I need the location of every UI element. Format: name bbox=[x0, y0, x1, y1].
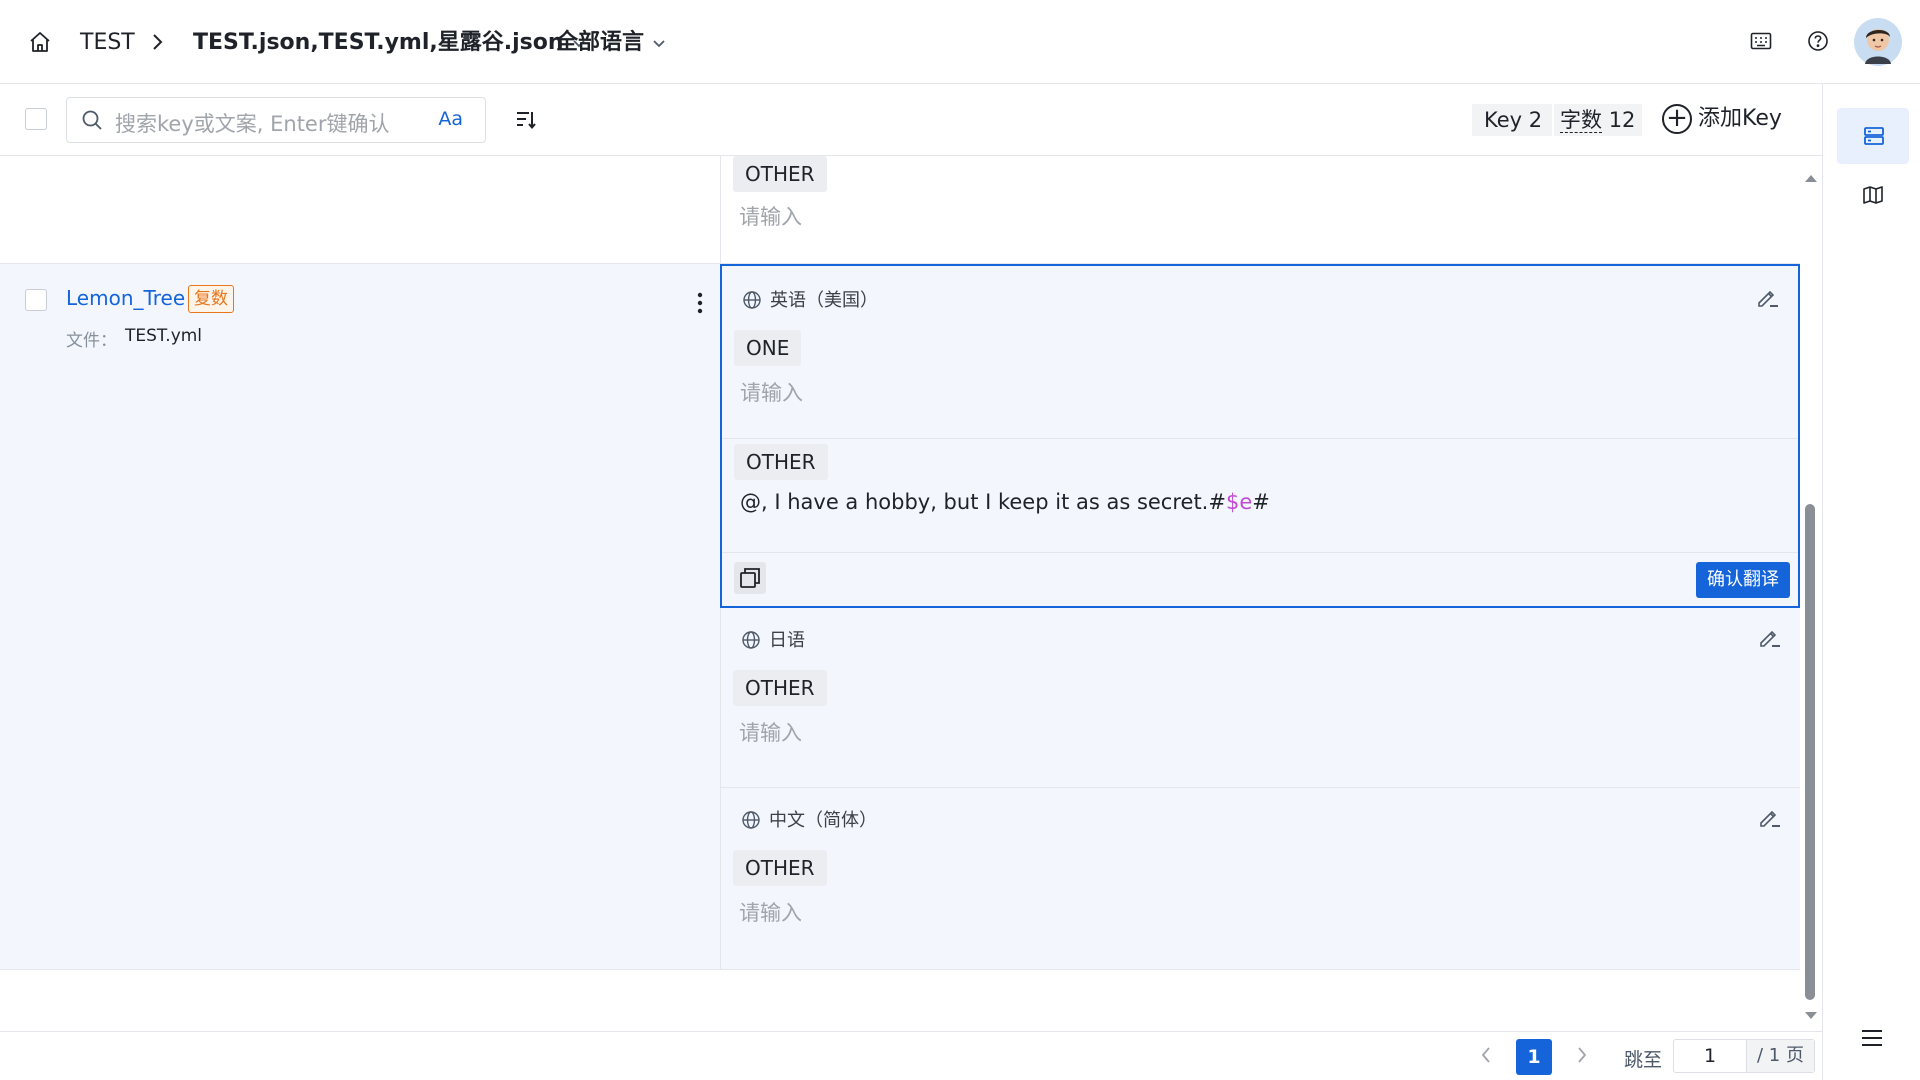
jump-page-field: 1 / 1 页 bbox=[1673, 1039, 1815, 1073]
prev-entry-translation: OTHER 请输入 bbox=[720, 156, 1800, 264]
add-key-button[interactable]: + 添加Key bbox=[1662, 102, 1782, 136]
prev-entry-left bbox=[0, 156, 720, 264]
entry-lemon-tree: Lemon_Tree 复数 文件： TEST.yml bbox=[0, 264, 720, 970]
language-label: 英语（美国） bbox=[742, 286, 878, 312]
translation-input[interactable]: 请输入 bbox=[739, 717, 802, 747]
word-count-stat: 字数 12 bbox=[1554, 104, 1642, 136]
jump-label: 跳至 bbox=[1624, 1049, 1663, 1071]
prev-page-icon[interactable] bbox=[1480, 1046, 1492, 1068]
divider bbox=[722, 552, 1798, 553]
total-pages: / 1 页 bbox=[1746, 1040, 1814, 1072]
file-name: TEST.yml bbox=[125, 326, 203, 346]
globe-icon bbox=[743, 291, 761, 309]
list-view-icon bbox=[1863, 125, 1885, 151]
key-name-link[interactable]: Lemon_Tree bbox=[66, 286, 185, 310]
language-name: 日语 bbox=[769, 630, 805, 651]
translation-input-one[interactable]: 请输入 bbox=[740, 377, 803, 407]
file-selector[interactable]: TEST.json,TEST.yml,星露谷.json bbox=[193, 28, 586, 58]
vertical-scrollbar[interactable] bbox=[1800, 156, 1822, 1026]
language-label: 中文（简体） bbox=[741, 806, 877, 832]
search-icon bbox=[81, 109, 103, 135]
translation-card-en-us: 英语（美国） ONE 请输入 OTHER @, I have a hobby, … bbox=[720, 264, 1800, 608]
confirm-translation-button[interactable]: 确认翻译 bbox=[1696, 562, 1790, 598]
word-count-value: 12 bbox=[1608, 108, 1636, 132]
key-list: OTHER 请输入 Lemon_Tree 复数 文件： TEST.yml 英语（… bbox=[0, 156, 1800, 970]
page-button-current[interactable]: 1 bbox=[1516, 1039, 1552, 1075]
plus-circle-icon: + bbox=[1662, 104, 1692, 134]
plural-tag-other: OTHER bbox=[733, 850, 827, 886]
entry-checkbox[interactable] bbox=[25, 289, 47, 311]
translation-text-suffix: # bbox=[1252, 490, 1270, 514]
toolbar: 搜索key或文案, Enter键确认 Aa Key 2 字数 12 + 添加Key bbox=[0, 84, 1822, 156]
divider bbox=[722, 438, 1798, 439]
scroll-thumb[interactable] bbox=[1805, 504, 1815, 1000]
breadcrumb-project[interactable]: TEST bbox=[80, 28, 135, 58]
pagination: 1 跳至 1 / 1 页 bbox=[0, 1031, 1822, 1080]
next-page-icon[interactable] bbox=[1576, 1046, 1588, 1068]
file-selector-label: TEST.json,TEST.yml,星露谷.json bbox=[193, 30, 564, 55]
translation-input-other[interactable]: @, I have a hobby, but I keep it as as s… bbox=[740, 490, 1270, 514]
match-case-toggle[interactable]: Aa bbox=[438, 108, 463, 130]
copy-icon[interactable] bbox=[734, 562, 766, 594]
select-all-checkbox[interactable] bbox=[25, 108, 47, 130]
key-count-label: Key bbox=[1484, 108, 1523, 132]
translation-input[interactable]: 请输入 bbox=[739, 201, 802, 231]
more-options-icon[interactable] bbox=[697, 292, 703, 318]
language-filter[interactable]: 全部语言 bbox=[556, 28, 666, 58]
language-label: 日语 bbox=[741, 626, 805, 652]
avatar[interactable] bbox=[1854, 18, 1902, 70]
translation-card-zh-cn: 中文（简体） OTHER 请输入 bbox=[720, 788, 1800, 970]
globe-icon bbox=[742, 811, 760, 829]
key-count-stat: Key 2 bbox=[1472, 104, 1552, 136]
edit-pencil-icon[interactable] bbox=[1758, 626, 1782, 652]
variable-token: $e bbox=[1225, 490, 1253, 514]
home-icon[interactable] bbox=[28, 30, 52, 58]
language-filter-label: 全部语言 bbox=[556, 30, 645, 55]
top-header: TEST TEST.json,TEST.yml,星露谷.json 全部语言 bbox=[0, 0, 1920, 84]
translation-card-ja: 日语 OTHER 请输入 bbox=[720, 608, 1800, 788]
scroll-up-arrow-icon[interactable] bbox=[1804, 168, 1818, 187]
list-view-button[interactable] bbox=[1837, 108, 1909, 164]
plural-badge: 复数 bbox=[188, 285, 234, 313]
plural-tag-other: OTHER bbox=[733, 670, 827, 706]
plural-tag-other: OTHER bbox=[734, 444, 828, 480]
word-count-label: 字数 bbox=[1560, 108, 1602, 133]
keyboard-icon[interactable] bbox=[1750, 31, 1772, 55]
map-icon[interactable] bbox=[1862, 184, 1884, 210]
breadcrumb-separator-icon bbox=[150, 32, 164, 56]
jump-page-input[interactable]: 1 bbox=[1674, 1040, 1746, 1072]
search-placeholder: 搜索key或文案, Enter键确认 bbox=[115, 112, 390, 136]
language-name: 中文（简体） bbox=[769, 810, 877, 831]
language-name: 英语（美国） bbox=[770, 290, 878, 311]
chevron-down-icon bbox=[652, 28, 666, 58]
right-sidebar bbox=[1822, 84, 1920, 1080]
key-count-value: 2 bbox=[1528, 108, 1543, 132]
edit-pencil-icon[interactable] bbox=[1758, 806, 1782, 832]
plural-tag-other: OTHER bbox=[733, 156, 827, 192]
translation-text: @, I have a hobby, but I keep it as as s… bbox=[740, 490, 1226, 514]
menu-icon[interactable] bbox=[1860, 1028, 1884, 1052]
help-icon[interactable] bbox=[1807, 30, 1829, 56]
add-key-label: 添加Key bbox=[1698, 106, 1782, 131]
plural-tag-one: ONE bbox=[734, 330, 802, 366]
sort-icon[interactable] bbox=[514, 108, 538, 136]
file-label: 文件： bbox=[66, 331, 117, 351]
scroll-down-arrow-icon[interactable] bbox=[1804, 1006, 1818, 1025]
edit-pencil-icon[interactable] bbox=[1756, 286, 1780, 312]
search-input[interactable]: 搜索key或文案, Enter键确认 Aa bbox=[66, 97, 486, 143]
translation-input[interactable]: 请输入 bbox=[739, 897, 802, 927]
globe-icon bbox=[742, 631, 760, 649]
